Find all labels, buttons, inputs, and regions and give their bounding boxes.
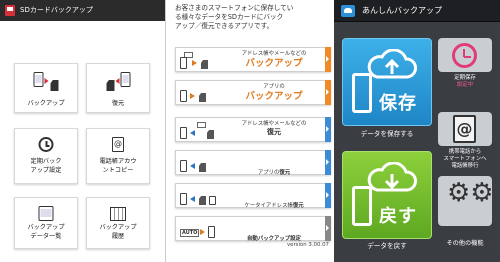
- feature-phone-contacts-restore-item[interactable]: ケータイアドレス帳復元: [175, 183, 331, 209]
- item-subtitle: アドレス帳やメールなどの: [241, 51, 307, 57]
- sd-card-app-icon: [5, 5, 15, 16]
- backup-label: バックアップ: [27, 100, 65, 107]
- backup-history-tile[interactable]: バックアップ 履歴: [86, 197, 150, 249]
- sd-backup-app-screen: SDカードバックアップ バックアップ 復元 定期バック アップ設定 電話帳アカウ…: [0, 0, 166, 262]
- app-restore-item[interactable]: アプリの復元: [175, 150, 331, 176]
- feature-overview-screen: お客さまのスマートフォンに保存してい る様々なデータをSDカードにバック アップ…: [167, 0, 333, 262]
- address-book-icon: @: [453, 115, 476, 143]
- clock-icon: [452, 43, 477, 68]
- scheduled-backup-label-2: アップ設定: [30, 167, 62, 174]
- other-functions-label: その他の機能: [446, 240, 484, 247]
- chevron-right-icon: [325, 80, 331, 105]
- phone-to-sd-icon: [33, 72, 59, 91]
- app-backup-item[interactable]: アプリの バックアップ: [175, 80, 331, 105]
- cloud-app-icon: [341, 5, 355, 17]
- contacts-account-copy-tile[interactable]: 電話帳アカウ ントコピー: [86, 128, 150, 184]
- gear-icon: ⚙⚙: [447, 178, 494, 208]
- feature-phone-to-smartphone-icon: [180, 188, 224, 205]
- address-book-icon: [112, 137, 124, 156]
- item-subtitle: アプリの: [263, 84, 285, 90]
- app-title: SDカードバックアップ: [20, 6, 93, 14]
- restore-tile[interactable]: 復元: [86, 63, 150, 113]
- calendar-icon: [110, 206, 126, 225]
- sd-to-phone-icon: [106, 72, 131, 91]
- contacts-mail-restore-item[interactable]: アドレス帳やメールなどの 復元: [175, 117, 331, 142]
- chevron-right-icon: [325, 47, 331, 72]
- item-title: バックアップ: [245, 58, 303, 69]
- phone-to-sd-icon: [180, 52, 224, 69]
- item-subtitle: アプリの: [257, 170, 280, 176]
- app-title-bar: あんしんバックアップ: [334, 0, 500, 22]
- app-title-bar: SDカードバックアップ: [0, 0, 165, 21]
- scheduled-save-status: 設定中: [456, 82, 474, 88]
- backup-tile[interactable]: バックアップ: [14, 63, 78, 113]
- scheduled-save-label: 定期保存: [454, 75, 476, 81]
- clock-icon: [38, 137, 54, 156]
- save-caption: データを保存する: [360, 130, 414, 138]
- restore-caption: データを戻す: [367, 242, 407, 250]
- save-data-button[interactable]: 保存: [342, 38, 432, 126]
- history-label-2: 履歴: [111, 233, 125, 240]
- backup-data-list-tile[interactable]: バックアップ データ一覧: [14, 197, 78, 249]
- data-list-icon: [38, 206, 54, 225]
- sd-to-phone-icon: [180, 122, 224, 139]
- save-word: 保存: [379, 93, 417, 114]
- item-subtitle: ケータイアドレス帳: [244, 203, 293, 209]
- auto-badge: AUTO: [180, 229, 200, 237]
- transfer-label-3: 電話帳移行: [451, 163, 479, 169]
- data-list-label-2: データ一覧: [30, 233, 62, 240]
- intro-line-1: お客さまのスマートフォンに保存してい: [175, 4, 294, 12]
- transfer-label-1: 携帯電話から: [448, 149, 482, 155]
- phone-icon: [352, 73, 372, 113]
- item-title: バックアップ: [245, 91, 303, 102]
- apps-to-sd-icon: [180, 85, 224, 102]
- intro-text: お客さまのスマートフォンに保存してい る様々なデータをSDカードにバック アップ…: [175, 4, 329, 31]
- intro-line-3: アップ／復元できるアプリです。: [175, 22, 274, 30]
- data-list-label-1: バックアップ: [27, 224, 65, 231]
- contacts-mail-backup-item[interactable]: アドレス帳やメールなどの バックアップ: [175, 47, 331, 72]
- auto-backup-icon: AUTO: [180, 221, 224, 238]
- contacts-transfer-button[interactable]: @: [438, 112, 492, 146]
- item-title: 復元: [279, 170, 291, 176]
- transfer-label-2: スマートフォンへ: [443, 156, 487, 162]
- intro-line-2: る様々なデータをSDカードにバック: [175, 13, 284, 21]
- phone-icon: [352, 186, 372, 226]
- restore-data-button[interactable]: 戻す: [342, 151, 432, 239]
- contacts-copy-label-2: ントコピー: [102, 167, 134, 174]
- auto-backup-setting-item[interactable]: AUTO 自動バックアップ設定: [175, 216, 331, 242]
- history-label-1: バックアップ: [99, 224, 137, 231]
- app-title: あんしんバックアップ: [362, 6, 442, 15]
- chevron-right-icon: [325, 216, 331, 241]
- chevron-right-icon: [325, 117, 331, 142]
- contacts-copy-label-1: 電話帳アカウ: [99, 158, 137, 165]
- cloud-upload-icon: [367, 49, 417, 79]
- chevron-right-icon: [325, 150, 331, 175]
- restore-word: 戻す: [379, 206, 417, 227]
- scheduled-save-button[interactable]: [438, 38, 492, 72]
- chevron-right-icon: [325, 183, 331, 208]
- sd-to-phone-icon: [180, 155, 224, 172]
- version-label: version 3.00.07: [286, 242, 329, 248]
- other-functions-button[interactable]: ⚙⚙: [438, 176, 494, 226]
- item-subtitle: アドレス帳やメールなどの: [241, 121, 307, 127]
- item-title: 復元: [292, 203, 304, 209]
- scheduled-backup-tile[interactable]: 定期バック アップ設定: [14, 128, 78, 184]
- restore-label: 復元: [111, 100, 125, 107]
- cloud-download-icon: [367, 162, 417, 192]
- item-title: 復元: [267, 128, 281, 136]
- scheduled-backup-label-1: 定期バック: [30, 158, 62, 165]
- anshin-backup-screen: あんしんバックアップ 保存 データを保存する 戻す データを戻す 定期保存 設定…: [334, 0, 500, 262]
